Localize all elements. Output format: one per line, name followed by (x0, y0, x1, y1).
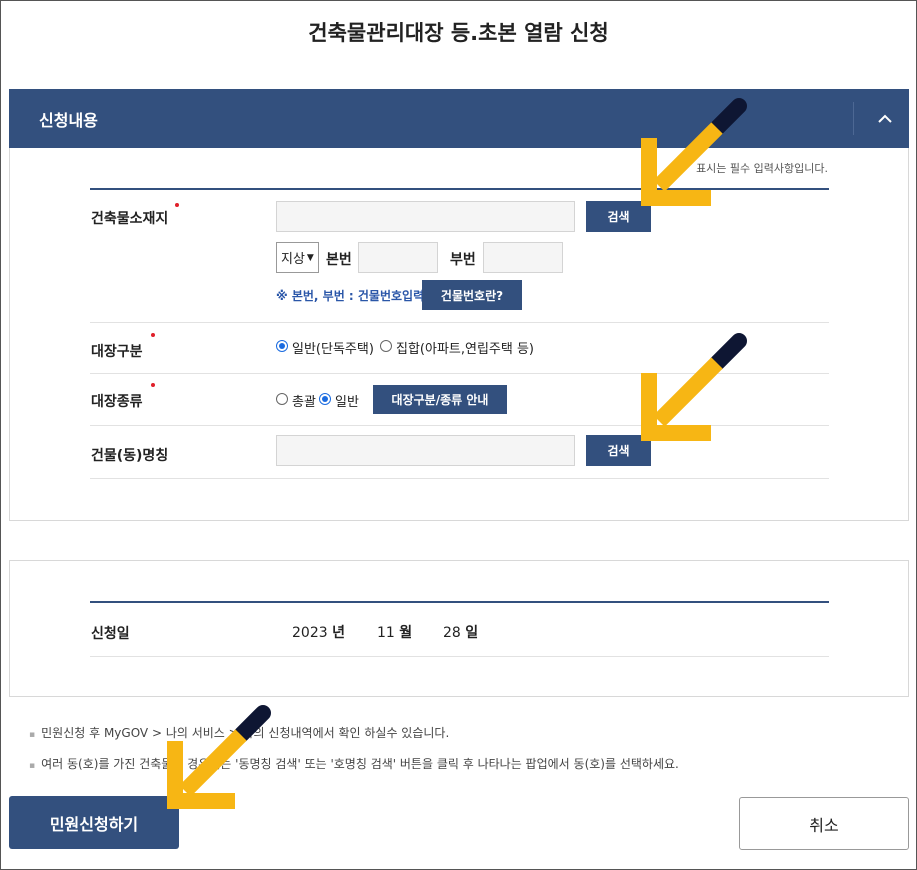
application-form-panel: 표시는 필수 입력사항입니다. 건축물소재지 검색 지상 ▼ 본번 부번 ※ 본… (9, 148, 909, 521)
row-divider (90, 322, 829, 323)
date-day: 28 일 (443, 622, 478, 642)
day-value: 28 (443, 625, 461, 641)
ledger-guide-button[interactable]: 대장구분/종류 안내 (373, 385, 507, 414)
land-type-select[interactable]: 지상 ▼ (276, 242, 319, 273)
year-unit: 년 (332, 625, 345, 641)
ledger-type-label: 대장구분 (91, 344, 143, 360)
ledger-kind-summary-label: 총괄 (292, 395, 316, 410)
date-year: 2023 년 (292, 622, 345, 642)
sub-number-label: 부번 (450, 252, 476, 268)
section-header: 신청내용 (9, 89, 909, 148)
building-name-label: 건물(동)명칭 (91, 448, 169, 464)
land-type-value: 지상 (281, 252, 305, 267)
number-hint: ※ 본번, 부번 : 건물번호입력 (276, 289, 425, 303)
required-dot (151, 333, 155, 337)
ledger-kind-general-label: 일반 (335, 395, 359, 410)
required-dot (175, 203, 179, 207)
address-input[interactable] (276, 201, 575, 232)
date-top-rule (90, 601, 829, 603)
ledger-type-collective-radio[interactable] (380, 340, 392, 352)
ledger-type-general-radio[interactable] (276, 340, 288, 352)
ledger-type-collective-label: 집합(아파트,연립주택 등) (396, 342, 535, 357)
submit-application-button[interactable]: 민원신청하기 (9, 796, 179, 849)
chevron-up-icon[interactable] (861, 89, 909, 148)
sub-number-input[interactable] (483, 242, 563, 273)
row-divider (90, 478, 829, 479)
main-number-label: 본번 (326, 252, 352, 268)
section-title: 신청내용 (39, 111, 98, 130)
ledger-type-general-label: 일반(단독주택) (292, 342, 374, 357)
main-number-input[interactable] (358, 242, 438, 273)
ledger-kind-label: 대장종류 (91, 394, 143, 410)
pointer-arrow-icon (641, 333, 747, 441)
pointer-arrow-icon (641, 98, 747, 206)
date-label: 신청일 (91, 626, 130, 642)
building-name-input[interactable] (276, 435, 575, 466)
year-value: 2023 (292, 625, 328, 641)
month-unit: 월 (399, 625, 413, 641)
header-divider (853, 102, 854, 135)
date-month: 11 월 (377, 622, 412, 642)
address-label: 건축물소재지 (91, 211, 169, 227)
row-divider (90, 656, 829, 657)
cancel-button[interactable]: 취소 (739, 797, 909, 850)
notice-item: 여러 동(호)를 가진 건축물인 경우에는 '동명칭 검색' 또는 '호명칭 검… (29, 755, 679, 772)
day-unit: 일 (465, 625, 479, 641)
page-title: 건축물관리대장 등.초본 열람 신청 (308, 21, 609, 45)
required-dot (151, 383, 155, 387)
chevron-down-icon: ▼ (306, 252, 314, 263)
ledger-kind-general-radio[interactable] (319, 393, 331, 405)
ledger-kind-summary-radio[interactable] (276, 393, 288, 405)
application-date-panel: 신청일 2023 년 11 월 28 일 (9, 560, 909, 697)
building-number-help-button[interactable]: 건물번호란? (422, 280, 522, 310)
month-value: 11 (377, 625, 395, 641)
pointer-arrow-icon (167, 705, 271, 809)
